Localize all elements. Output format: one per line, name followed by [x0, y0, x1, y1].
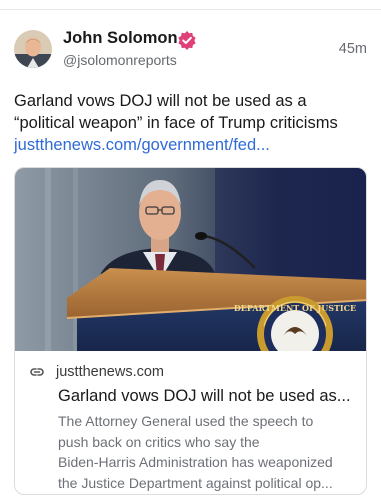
card-domain-row: justthenews.com — [28, 362, 164, 382]
verified-badge-icon — [178, 31, 196, 50]
author-handle[interactable]: @jsolomonreports — [63, 52, 177, 68]
link-card[interactable]: DEPARTMENT OF JUSTICE justthenews.com Ga… — [14, 167, 367, 495]
timestamp[interactable]: 45m — [339, 41, 367, 57]
post[interactable]: John Solomon @jsolomonreports 45m Garlan… — [0, 0, 381, 500]
post-text-line: Garland vows DOJ will not be used as a — [14, 92, 307, 110]
card-description-line: Biden-Harris Administration has weaponiz… — [58, 454, 333, 470]
divider — [0, 9, 381, 10]
post-link[interactable]: justthenews.com/government/fed... — [14, 134, 370, 156]
avatar[interactable] — [14, 30, 52, 68]
card-image: DEPARTMENT OF JUSTICE — [15, 168, 366, 351]
card-title[interactable]: Garland vows DOJ will not be used as... — [58, 387, 358, 406]
svg-text:DEPARTMENT OF JUSTICE: DEPARTMENT OF JUSTICE — [234, 303, 356, 313]
card-description-line: the Justice Department against political… — [58, 474, 333, 491]
card-description-line: The Attorney General used the speech to — [58, 413, 314, 429]
card-domain: justthenews.com — [56, 364, 164, 380]
card-description-line: push back on critics who say the — [58, 433, 260, 450]
link-icon — [30, 368, 44, 376]
card-description: The Attorney General used the speech to … — [58, 411, 363, 493]
post-text-line: “political weapon” in face of Trump crit… — [14, 114, 338, 132]
post-text: Garland vows DOJ will not be used as a “… — [14, 90, 370, 156]
author-name[interactable]: John Solomon — [63, 29, 178, 48]
